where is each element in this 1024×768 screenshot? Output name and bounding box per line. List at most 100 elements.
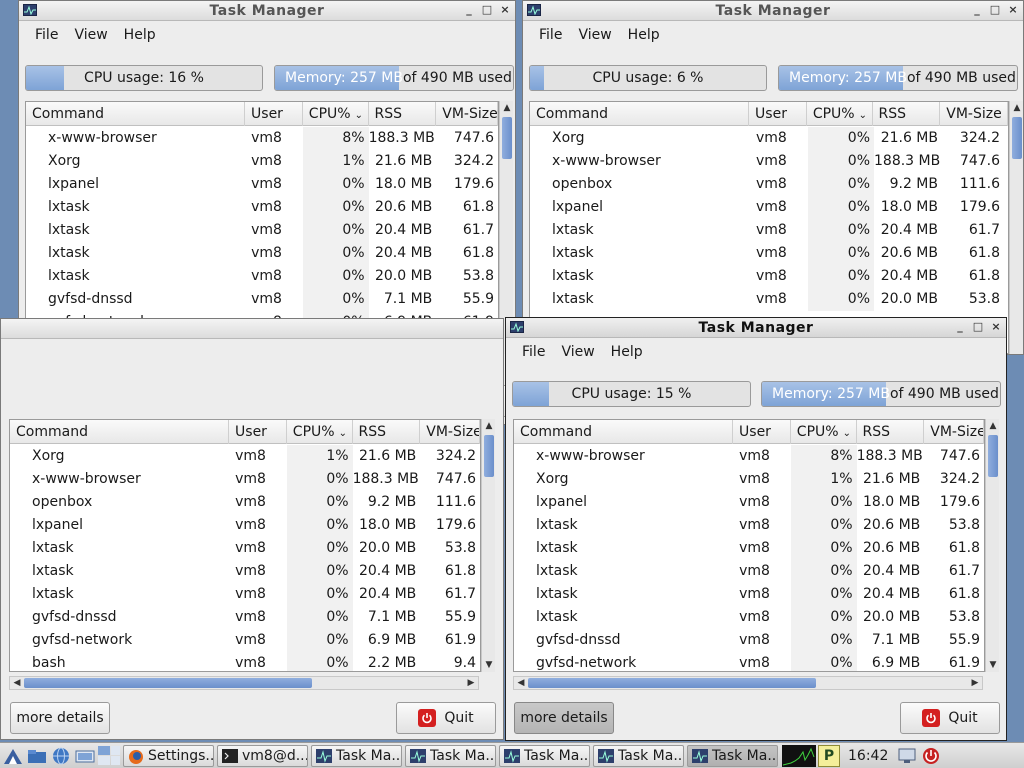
minimize-icon[interactable]: _ [463, 3, 475, 17]
table-row[interactable]: x-www-browser vm8 8% 188.3 MB 747.6 [514, 445, 984, 468]
scroll-thumb[interactable] [484, 435, 494, 477]
table-row[interactable]: bash vm8 0% 2.2 MB 9.4 [10, 652, 480, 671]
column-vm-size[interactable]: VM-Size [420, 420, 480, 444]
table-row[interactable]: x-www-browser vm8 8% 188.3 MB 747.6 [26, 127, 498, 150]
scroll-thumb[interactable] [502, 117, 512, 159]
table-row[interactable]: lxtask vm8 0% 20.0 MB 53.8 [514, 606, 984, 629]
scroll-thumb[interactable] [1012, 117, 1022, 159]
taskbar-item-terminal[interactable]: vm8@d... [217, 744, 308, 767]
scroll-thumb[interactable] [528, 678, 816, 688]
column-vm-size[interactable]: VM-Size [924, 420, 984, 444]
scroll-right-icon[interactable]: ▶ [968, 677, 982, 689]
table-row[interactable]: gvfsd-network vm8 0% 6.9 MB 61.9 [514, 652, 984, 671]
column-cpu[interactable]: CPU% ⌄ [303, 102, 369, 126]
table-row[interactable]: openbox vm8 0% 9.2 MB 111.6 [10, 491, 480, 514]
column-cpu[interactable]: CPU% ⌄ [791, 420, 857, 444]
table-row[interactable]: lxtask vm8 0% 20.4 MB 61.8 [10, 560, 480, 583]
clock[interactable]: 16:42 [848, 748, 888, 764]
column-rss[interactable]: RSS [857, 420, 925, 444]
table-row[interactable]: lxtask vm8 0% 20.4 MB 61.7 [514, 560, 984, 583]
screen-lock-icon[interactable] [896, 745, 918, 767]
table-row[interactable]: lxtask vm8 0% 20.4 MB 61.7 [26, 219, 498, 242]
title-bar[interactable]: Task Manager _ □ × [523, 1, 1023, 21]
menu-view[interactable]: View [553, 344, 602, 360]
table-row[interactable]: lxpanel vm8 0% 18.0 MB 179.6 [530, 196, 1008, 219]
column-command[interactable]: Command [26, 102, 246, 126]
taskbar-item-task-manager[interactable]: Task Ma... [593, 744, 684, 767]
quit-button[interactable]: Quit [396, 702, 496, 734]
scroll-up-icon[interactable]: ▲ [986, 419, 1000, 433]
menu-help[interactable]: Help [620, 27, 668, 43]
table-row[interactable]: Xorg vm8 1% 21.6 MB 324.2 [26, 150, 498, 173]
table-row[interactable]: lxtask vm8 0% 20.6 MB 61.8 [514, 537, 984, 560]
menu-help[interactable]: Help [116, 27, 164, 43]
table-row[interactable]: lxtask vm8 0% 20.0 MB 53.8 [26, 265, 498, 288]
scroll-left-icon[interactable]: ◀ [514, 677, 528, 689]
taskbar-item-settings[interactable]: Settings... [123, 744, 214, 767]
close-icon[interactable]: × [1007, 3, 1019, 17]
title-bar[interactable] [1, 319, 503, 339]
menu-file[interactable]: File [531, 27, 570, 43]
table-row[interactable]: Xorg vm8 0% 21.6 MB 324.2 [530, 127, 1008, 150]
table-row[interactable]: gvfsd-network vm8 0% 6.9 MB 61.9 [10, 629, 480, 652]
title-bar[interactable]: Task Manager _ □ × [19, 1, 515, 21]
table-row[interactable]: x-www-browser vm8 0% 188.3 MB 747.6 [530, 150, 1008, 173]
table-row[interactable]: lxtask vm8 0% 20.4 MB 61.7 [530, 219, 1008, 242]
maximize-icon[interactable]: □ [989, 3, 1001, 17]
table-row[interactable]: lxtask vm8 0% 20.4 MB 61.8 [26, 242, 498, 265]
start-menu-icon[interactable] [2, 745, 24, 767]
column-user[interactable]: User [245, 102, 303, 126]
taskbar-item-task-manager-active[interactable]: Task Ma... [687, 744, 778, 767]
column-cpu[interactable]: CPU% ⌄ [287, 420, 353, 444]
more-details-button[interactable]: more details [10, 702, 110, 734]
minimize-icon[interactable]: _ [971, 3, 983, 17]
column-command[interactable]: Command [514, 420, 734, 444]
table-row[interactable]: lxtask vm8 0% 20.6 MB 53.8 [514, 514, 984, 537]
scroll-right-icon[interactable]: ▶ [464, 677, 478, 689]
vertical-scrollbar[interactable]: ▲ ▼ [481, 419, 495, 672]
vertical-scrollbar[interactable]: ▲ [1009, 101, 1023, 354]
table-row[interactable]: gvfsd-dnssd vm8 0% 7.1 MB 55.9 [10, 606, 480, 629]
column-vm-size[interactable]: VM-Size [940, 102, 1008, 126]
process-table[interactable]: Command User CPU% ⌄ RSS VM-Size Xorg vm8 1%… [9, 419, 481, 672]
scroll-thumb[interactable] [988, 435, 998, 477]
column-cpu[interactable]: CPU% ⌄ [807, 102, 873, 126]
table-row[interactable]: gvfsd-dnssd vm8 0% 7.1 MB 55.9 [26, 288, 498, 311]
column-vm-size[interactable]: VM-Size [436, 102, 498, 126]
scroll-down-icon[interactable]: ▼ [482, 658, 496, 672]
column-user[interactable]: User [749, 102, 807, 126]
table-row[interactable]: Xorg vm8 1% 21.6 MB 324.2 [10, 445, 480, 468]
maximize-icon[interactable]: □ [972, 320, 984, 334]
scroll-down-icon[interactable]: ▼ [986, 658, 1000, 672]
column-rss[interactable]: RSS [873, 102, 941, 126]
vertical-scrollbar[interactable]: ▲ ▼ [985, 419, 999, 672]
taskbar-item-task-manager[interactable]: Task Ma... [311, 744, 402, 767]
table-row[interactable]: lxtask vm8 0% 20.4 MB 61.8 [514, 583, 984, 606]
table-row[interactable]: openbox vm8 0% 9.2 MB 111.6 [530, 173, 1008, 196]
task-manager-window-3[interactable]: Command User CPU% ⌄ RSS VM-Size Xorg vm8 1%… [0, 318, 504, 740]
menu-file[interactable]: File [27, 27, 66, 43]
table-row[interactable]: lxtask vm8 0% 20.6 MB 61.8 [26, 196, 498, 219]
table-row[interactable]: lxpanel vm8 0% 18.0 MB 179.6 [26, 173, 498, 196]
minimize-all-icon[interactable] [74, 745, 96, 767]
table-row[interactable]: lxpanel vm8 0% 18.0 MB 179.6 [514, 491, 984, 514]
table-row[interactable]: gvfsd-dnssd vm8 0% 7.1 MB 55.9 [514, 629, 984, 652]
minimize-icon[interactable]: _ [954, 320, 966, 334]
taskbar-item-task-manager[interactable]: Task Ma... [499, 744, 590, 767]
column-command[interactable]: Command [10, 420, 230, 444]
horizontal-scrollbar[interactable]: ◀ ▶ [9, 676, 479, 690]
process-table[interactable]: Command User CPU% ⌄ RSS VM-Size x-www-bro… [513, 419, 985, 672]
title-bar[interactable]: Task Manager _ □ × [506, 318, 1006, 338]
column-user[interactable]: User [229, 420, 287, 444]
scroll-thumb[interactable] [24, 678, 312, 688]
column-user[interactable]: User [733, 420, 791, 444]
desktop-pager-icon[interactable] [98, 745, 120, 767]
table-row[interactable]: lxtask vm8 0% 20.4 MB 61.7 [10, 583, 480, 606]
logout-icon[interactable] [920, 745, 942, 767]
menu-file[interactable]: File [514, 344, 553, 360]
maximize-icon[interactable]: □ [481, 3, 493, 17]
process-table[interactable]: Command User CPU% ⌄ RSS VM-Size x-www-bro… [25, 101, 499, 354]
more-details-button[interactable]: more details [514, 702, 614, 734]
quit-button[interactable]: Quit [900, 702, 1000, 734]
table-row[interactable]: lxtask vm8 0% 20.0 MB 53.8 [530, 288, 1008, 311]
